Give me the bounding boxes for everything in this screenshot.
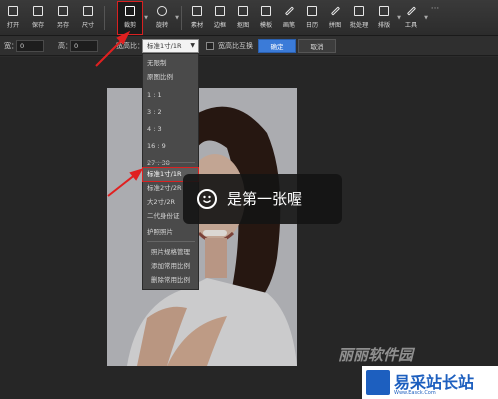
toolbar-divider — [181, 6, 182, 30]
photo-overlay — [107, 88, 297, 366]
swap-ratio-checkbox[interactable] — [206, 42, 214, 50]
resize-icon — [83, 6, 93, 16]
menu-item-1-1[interactable]: 1 : 1 — [143, 89, 198, 102]
ratio-select[interactable]: 标准1寸/1R ▼ — [142, 39, 199, 53]
ratio-label: 宽高比： — [116, 42, 144, 50]
smile-icon — [197, 189, 217, 209]
crop-button[interactable]: 裁剪 ▼ — [117, 1, 148, 35]
crop-options-bar: 宽： 0 高： 0 宽高比： 标准1寸/1R ▼ 宽高比互换 确定 取消 — [0, 36, 498, 56]
more-button[interactable]: ··· — [424, 2, 446, 34]
cancel-button[interactable]: 取消 — [298, 39, 336, 53]
calendar-button[interactable]: 日历 — [301, 2, 323, 34]
puzzle-icon — [330, 6, 340, 16]
menu-item-add-ratio[interactable]: 添加常用比例 — [143, 260, 198, 273]
menu-item-4-3[interactable]: 4 : 3 — [143, 123, 198, 136]
save-as-button[interactable]: 另存 — [52, 2, 74, 34]
size-button[interactable]: 尺寸 — [77, 2, 99, 34]
batch-icon — [354, 6, 364, 16]
save-button[interactable]: 保存 — [27, 2, 49, 34]
watermark-brand: 丽丽软件园 — [338, 346, 414, 364]
chevron-down-icon: ▼ — [190, 42, 195, 49]
height-input[interactable]: 0 — [70, 40, 98, 52]
watermark-logo: 易采站长站 Www.Easck.Com — [362, 366, 498, 399]
chevron-down-icon[interactable]: ▼ — [175, 15, 179, 21]
menu-item-delete-ratio[interactable]: 删除常用比例 — [143, 274, 198, 287]
template-icon — [261, 6, 271, 16]
layout-icon — [379, 6, 389, 16]
layout-button[interactable]: 排版 ▼ — [373, 2, 401, 34]
cutout-button[interactable]: 抠图 — [232, 2, 254, 34]
menu-item-original-ratio[interactable]: 原图比例 — [143, 71, 198, 84]
menu-item-unlimited[interactable]: 无限制 — [143, 57, 198, 70]
menu-divider — [147, 241, 195, 242]
rotate-icon — [157, 6, 167, 16]
brush-button[interactable]: 画笔 — [278, 2, 300, 34]
brush-icon — [284, 6, 294, 16]
batch-button[interactable]: 批处理 — [347, 2, 371, 34]
menu-divider — [147, 162, 195, 163]
toolbar-divider — [104, 6, 105, 30]
rotate-button[interactable]: 旋转 ▼ — [151, 2, 179, 34]
menu-item-passport[interactable]: 护照照片 — [143, 226, 198, 239]
logo-subtext: Www.Easck.Com — [394, 390, 436, 396]
save-as-icon — [58, 6, 68, 16]
tools-button[interactable]: 工具 ▼ — [400, 2, 428, 34]
border-button[interactable]: 边框 — [209, 2, 231, 34]
menu-item-3-2[interactable]: 3 : 2 — [143, 106, 198, 119]
border-icon — [215, 6, 225, 16]
puzzle-button[interactable]: 拼图 — [324, 2, 346, 34]
template-button[interactable]: 模板 — [255, 2, 277, 34]
crop-icon — [125, 6, 135, 16]
ratio-dropdown-menu: 无限制 原图比例 1 : 1 3 : 2 4 : 3 16 : 9 27 : 3… — [142, 53, 199, 290]
toast-message: 是第一张喔 — [227, 190, 303, 208]
width-input[interactable]: 0 — [16, 40, 44, 52]
material-icon — [192, 6, 202, 16]
toast-notification: 是第一张喔 — [183, 174, 342, 224]
confirm-button[interactable]: 确定 — [258, 39, 296, 53]
material-button[interactable]: 素材 — [186, 2, 208, 34]
toolbar: 打开 保存 另存 尺寸 裁剪 ▼ 旋转 ▼ 素材 边框 抠图 模板 画笔 日历 拼图… — [0, 0, 498, 36]
open-button[interactable]: 打开 — [2, 2, 24, 34]
menu-item-manage-specs[interactable]: 照片规格管理 — [143, 246, 198, 259]
photo-preview — [107, 88, 297, 366]
swap-ratio-label: 宽高比互换 — [218, 42, 253, 50]
save-icon — [33, 6, 43, 16]
folder-open-icon — [8, 6, 18, 16]
tools-icon — [406, 6, 416, 16]
chevron-down-icon[interactable]: ▼ — [144, 15, 148, 21]
logo-icon — [366, 370, 390, 395]
cutout-icon — [238, 6, 248, 16]
smile-face — [203, 195, 211, 203]
calendar-icon — [307, 6, 317, 16]
menu-item-16-9[interactable]: 16 : 9 — [143, 140, 198, 153]
